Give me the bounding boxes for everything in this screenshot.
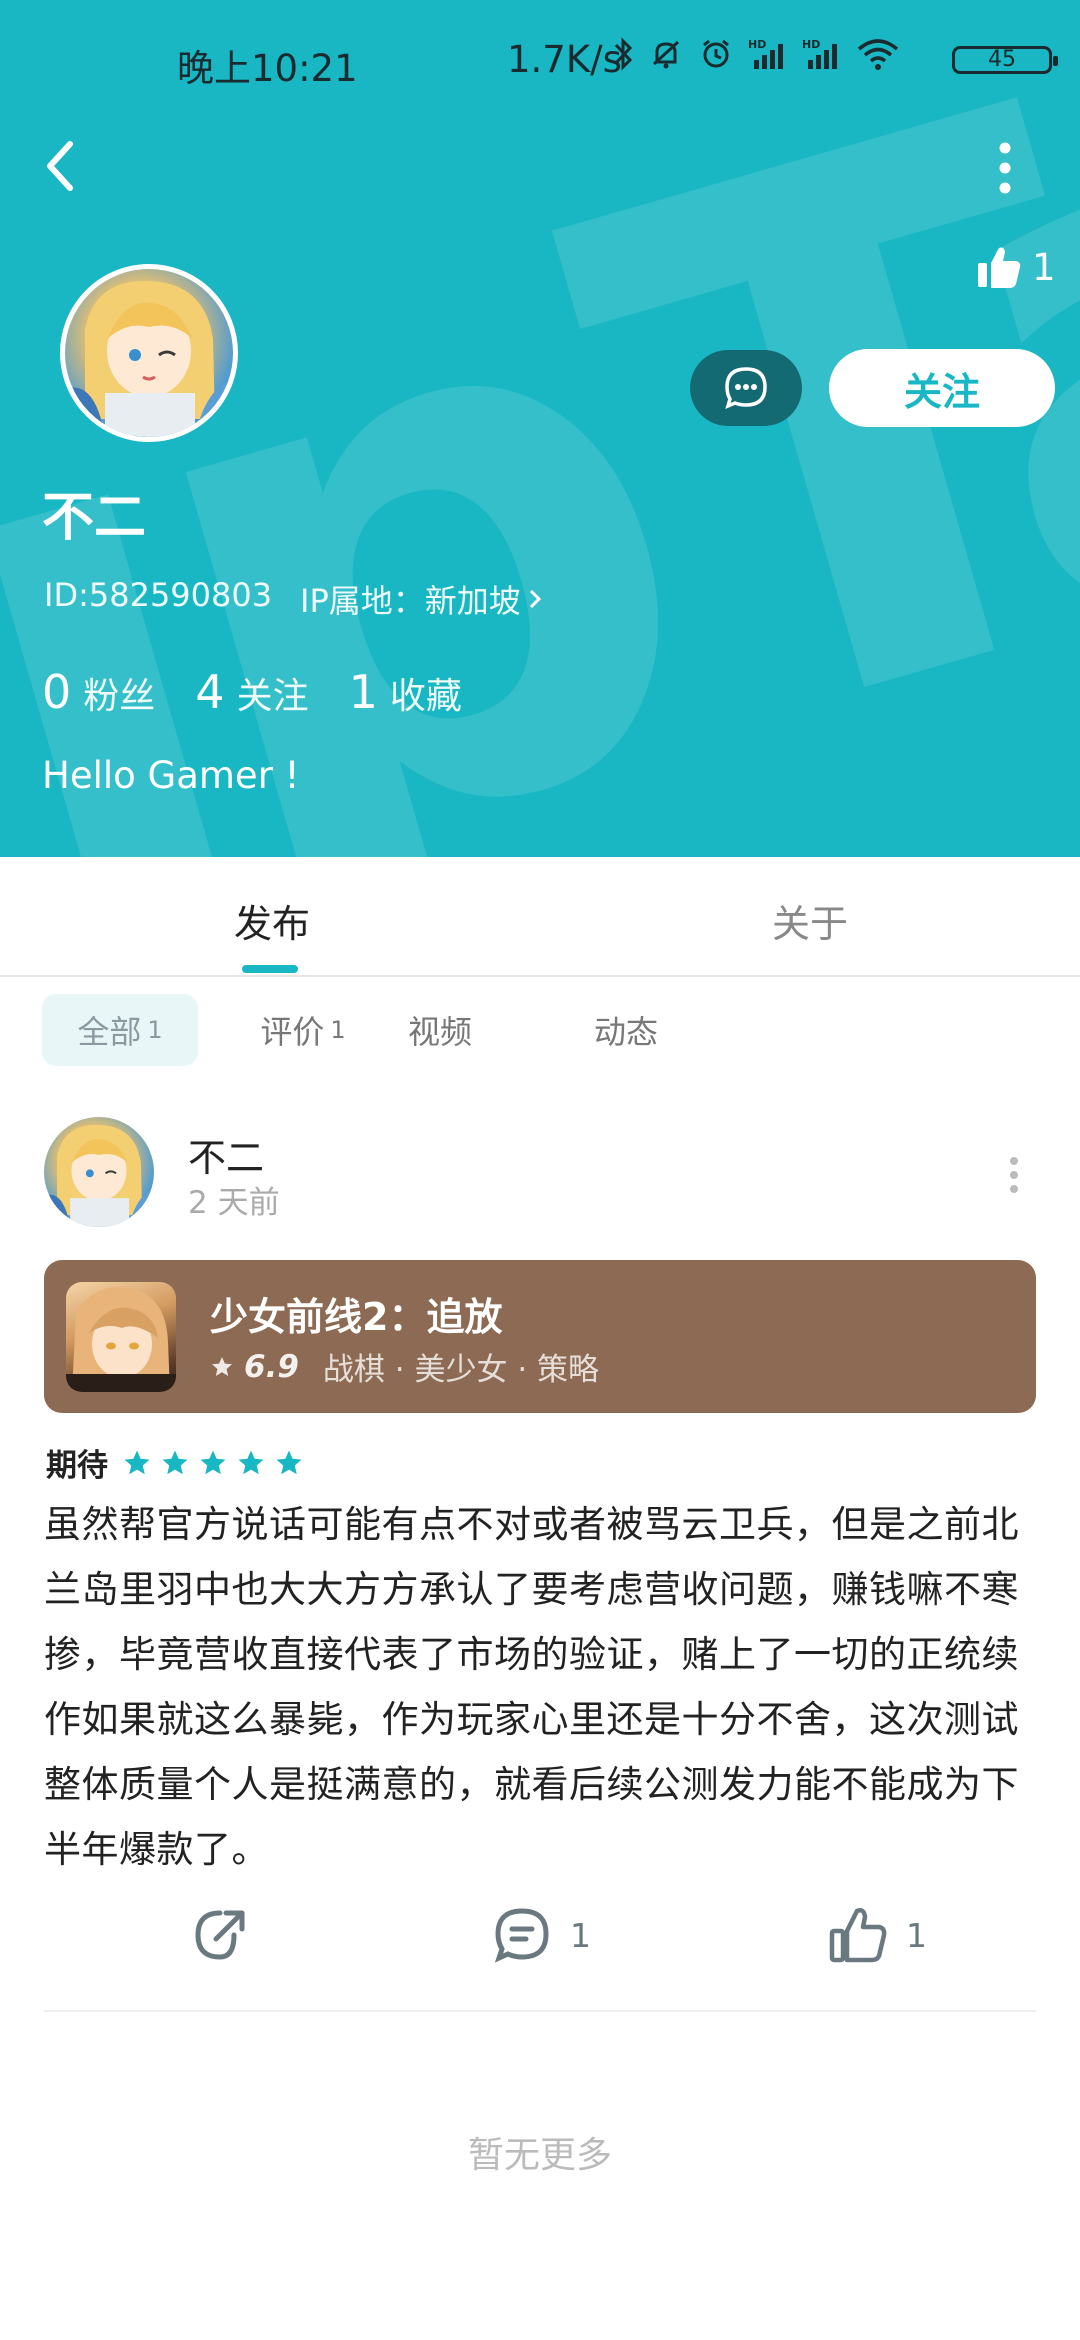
ip-location-label: IP属地：新加坡 <box>300 582 521 620</box>
tab-about[interactable]: 关于 <box>772 893 848 948</box>
signal-hd-icon-1: HD <box>748 36 788 81</box>
post-body[interactable]: 虽然帮官方说话可能有点不对或者被骂云卫兵，但是之前北兰岛里羽中也大大方方承认了要… <box>44 1492 1040 1882</box>
profile-header: ıpTa 晚上10:21 1.7K/s HD HD 45 1 关注 不二 ID:… <box>0 0 1080 857</box>
ip-location[interactable]: IP属地：新加坡 <box>300 576 543 622</box>
more-options-button[interactable] <box>990 138 1020 198</box>
comment-button[interactable]: 1 <box>492 1905 591 1965</box>
svg-text:HD: HD <box>802 38 820 51</box>
profile-username: 不二 <box>42 488 147 548</box>
post-actions: 1 1 <box>0 1905 1080 1985</box>
filter-reviews-label: 评价 <box>260 1013 325 1051</box>
filter-reviews-count: 1 <box>330 1016 346 1044</box>
tab-posts[interactable]: 发布 <box>234 893 310 948</box>
avatar-illustration <box>65 280 233 437</box>
game-art <box>66 1287 176 1392</box>
more-vertical-icon <box>999 142 1011 194</box>
star-icon <box>238 1450 264 1474</box>
star-icon <box>200 1450 226 1474</box>
avatar-illustration <box>44 1124 154 1227</box>
thumbs-up-icon <box>829 1908 887 1963</box>
star-icon <box>124 1450 150 1474</box>
bluetooth-icon <box>612 36 634 81</box>
stat-favorites-label: 收藏 <box>389 676 462 717</box>
game-title: 少女前线2：追放 <box>210 1295 503 1339</box>
user-id: ID:582590803 <box>44 576 273 614</box>
status-time: 晚上10:21 <box>177 47 358 90</box>
game-card[interactable]: 少女前线2：追放 6.9 战棋 · 美少女 · 策略 <box>44 1260 1036 1413</box>
comment-count: 1 <box>570 1915 591 1955</box>
post-author-name[interactable]: 不二 <box>188 1127 264 1182</box>
message-button[interactable] <box>690 350 802 426</box>
filter-videos-label: 视频 <box>407 1013 472 1051</box>
game-tags: 战棋 · 美少女 · 策略 <box>322 1352 600 1388</box>
star-icon <box>212 1356 232 1376</box>
chat-bubble-icon <box>725 367 767 410</box>
profile-bio: Hello Gamer ! <box>42 754 300 797</box>
post-author-avatar[interactable] <box>44 1117 154 1227</box>
profile-stats: 0 粉丝 4 关注 1 收藏 <box>42 665 462 719</box>
status-speed: 1.7K/s <box>507 38 622 81</box>
profile-like[interactable]: 1 <box>976 244 1056 290</box>
like-button[interactable]: 1 <box>828 1905 927 1965</box>
chevron-left-icon <box>47 141 73 191</box>
filter-all-label: 全部 <box>77 1013 142 1051</box>
back-button[interactable] <box>38 134 88 198</box>
stat-followers[interactable]: 0 粉丝 <box>42 665 155 719</box>
post-divider <box>44 2010 1036 2012</box>
stat-following[interactable]: 4 关注 <box>195 665 308 719</box>
battery-icon: 45 <box>952 46 1058 74</box>
game-rating: 6.9 <box>244 1348 299 1385</box>
filter-moments-label: 动态 <box>593 1013 658 1051</box>
stat-favorites[interactable]: 1 收藏 <box>349 665 462 719</box>
stat-following-count: 4 <box>195 665 225 719</box>
status-bar: 晚上10:21 1.7K/s HD HD 45 <box>0 0 1080 124</box>
main-tabs: 发布 关于 <box>0 857 1080 977</box>
share-icon <box>195 1910 245 1960</box>
filter-reviews[interactable]: 评价 1 <box>218 994 388 1066</box>
review-expectation: 期待 <box>46 1440 304 1485</box>
rating-stars <box>122 1448 304 1478</box>
star-icon <box>276 1450 302 1474</box>
filter-chips: 全部 1 评价 1 视频 动态 <box>42 994 678 1066</box>
like-count: 1 <box>906 1915 927 1955</box>
stat-following-label: 关注 <box>236 676 309 717</box>
share-button[interactable] <box>190 1905 250 1965</box>
more-vertical-icon <box>1010 1157 1018 1193</box>
mute-icon <box>648 36 684 81</box>
profile-like-count: 1 <box>1032 245 1056 289</box>
comment-icon <box>494 1908 549 1963</box>
stat-followers-count: 0 <box>42 665 72 719</box>
stat-followers-label: 粉丝 <box>83 676 156 717</box>
post-time: 2 天前 <box>188 1185 280 1221</box>
no-more-text: 暂无更多 <box>467 2135 612 2176</box>
chevron-right-icon <box>529 589 541 609</box>
filter-videos[interactable]: 视频 <box>388 994 492 1066</box>
game-meta: 6.9 战棋 · 美少女 · 策略 <box>210 1344 599 1389</box>
filter-moments[interactable]: 动态 <box>574 994 678 1066</box>
wifi-icon <box>856 36 900 81</box>
svg-text:HD: HD <box>748 38 766 51</box>
avatar[interactable] <box>60 264 238 442</box>
tab-indicator <box>242 965 298 973</box>
stat-favorites-count: 1 <box>348 665 378 719</box>
filter-all-count: 1 <box>147 1016 163 1044</box>
follow-button[interactable]: 关注 <box>829 349 1055 427</box>
star-icon <box>162 1450 188 1474</box>
alarm-icon <box>698 36 734 81</box>
status-icons: HD HD <box>612 36 900 81</box>
signal-hd-icon-2: HD <box>802 36 842 81</box>
expectation-label: 期待 <box>46 1448 108 1484</box>
post-more-button[interactable] <box>1005 1155 1023 1195</box>
game-thumbnail <box>66 1282 176 1392</box>
filter-all[interactable]: 全部 1 <box>42 994 198 1066</box>
thumbs-up-icon <box>978 247 1021 288</box>
